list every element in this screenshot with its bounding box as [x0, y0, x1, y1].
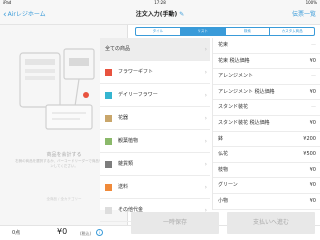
product-price: — — [311, 73, 316, 80]
scan-illustration-icon — [19, 48, 95, 130]
info-icon[interactable]: i — [96, 229, 103, 236]
product-item[interactable]: アレンジメント — — [213, 69, 320, 85]
page-title-text: 注文入力(手動) — [135, 11, 178, 18]
product-item[interactable]: 鉢 ¥200 — [213, 132, 320, 148]
item-count: 0点 — [12, 230, 21, 236]
category-label: 観葉植物 — [118, 138, 139, 144]
category-label: 送料 — [118, 184, 129, 190]
view-mode-tabs: タイル リスト 検索 カスタム商品 — [135, 27, 315, 36]
category-color-swatch — [105, 161, 112, 168]
product-name: スタンド装花 税込価格 — [218, 119, 270, 126]
product-item[interactable]: 花束 — — [213, 38, 320, 54]
product-price: ¥0 — [309, 88, 316, 95]
category-item[interactable]: 花器 › — [100, 107, 210, 130]
category-item[interactable]: フラワーギフト › — [100, 61, 210, 84]
category-label: 花器 — [118, 115, 129, 121]
product-name: 花束 税込価格 — [218, 57, 250, 64]
hint-text: 右側の商品を選択するか、バーコードリーダーで商品をスキャンしてください。 — [15, 159, 113, 168]
product-name: 枝物 — [218, 166, 229, 173]
category-item[interactable]: 送料 › — [100, 176, 210, 199]
product-item[interactable]: スタンド装花 — — [213, 100, 320, 116]
pencil-icon[interactable]: ✎ — [179, 11, 184, 18]
back-label: Airレジホーム — [7, 11, 46, 18]
product-item[interactable]: グリーン ¥0 — [213, 178, 320, 194]
product-name: 鉢 — [218, 135, 224, 142]
proceed-to-payment-button[interactable]: 支払いへ進む — [227, 212, 315, 234]
product-price: ¥500 — [303, 151, 316, 158]
chevron-right-icon: › — [204, 138, 207, 145]
total-amount: ¥0 — [57, 227, 68, 236]
tax-note: (税込) — [80, 231, 92, 236]
category-item[interactable]: デイリーフラワー › — [100, 84, 210, 107]
product-name: アレンジメント 税込価格 — [218, 88, 275, 95]
category-color-swatch — [105, 138, 112, 145]
category-label: 雑貨類 — [118, 161, 134, 167]
product-price: ¥200 — [303, 135, 316, 142]
product-item[interactable]: 枝物 ¥0 — [213, 163, 320, 179]
category-list: 全ての商品 › フラワーギフト › デイリーフラワー › 花器 › 観葉植物 › 雑貨類 › 送料 › その… — [100, 38, 210, 222]
tab-tile[interactable]: タイル — [136, 28, 181, 35]
product-item[interactable]: スタンド装花 税込価格 ¥0 — [213, 116, 320, 132]
product-name: 花束 — [218, 42, 229, 48]
category-color-swatch — [105, 115, 112, 122]
category-color-swatch — [105, 92, 112, 99]
product-item[interactable]: 花束 税込価格 ¥0 — [213, 54, 320, 70]
product-price: ¥0 — [309, 197, 316, 204]
product-list: 花束 — 花束 税込価格 ¥0 アレンジメント — アレンジメント 税込価格 ¥0 スタンド装花… — [212, 38, 320, 210]
product-name: 小物 — [218, 197, 229, 204]
chevron-right-icon: › — [204, 92, 207, 99]
product-price: — — [311, 42, 316, 48]
category-color-swatch — [105, 184, 112, 191]
chevron-right-icon: › — [204, 46, 207, 53]
product-name: アレンジメント — [218, 73, 254, 80]
product-price: ¥0 — [309, 166, 316, 173]
tab-search[interactable]: 検索 — [226, 28, 271, 35]
chevron-right-icon: › — [204, 184, 207, 191]
page-title[interactable]: 注文入力(手動) ✎ — [120, 9, 200, 21]
save-draft-button[interactable]: 一時保存 — [131, 212, 219, 234]
product-price: — — [311, 104, 316, 111]
category-item[interactable]: 観葉植物 › — [100, 130, 210, 153]
product-name: 仏花 — [218, 151, 229, 158]
product-price: ¥0 — [309, 182, 316, 189]
category-item[interactable]: 全ての商品 › — [100, 38, 210, 61]
product-item[interactable]: 小物 ¥0 — [213, 194, 320, 210]
product-price: ¥0 — [309, 119, 316, 126]
tab-list[interactable]: リスト — [180, 28, 226, 35]
chevron-right-icon: › — [204, 161, 207, 168]
chevron-left-icon: ‹ — [3, 10, 7, 20]
chevron-right-icon: › — [204, 69, 207, 76]
category-item[interactable]: 雑貨類 › — [100, 153, 210, 176]
slip-list-button[interactable]: 伝票一覧 — [292, 9, 316, 21]
nav-bar: ‹ Airレジホーム 注文入力(手動) ✎ 伝票一覧 — [0, 5, 320, 25]
category-label: デイリーフラワー — [118, 92, 158, 98]
category-color-swatch — [105, 207, 112, 214]
chevron-right-icon: › — [204, 115, 207, 122]
product-item[interactable]: アレンジメント 税込価格 ¥0 — [213, 85, 320, 101]
tab-custom[interactable]: カスタム商品 — [270, 28, 314, 35]
product-name: グリーン — [218, 182, 238, 189]
category-label: 全ての商品 — [105, 46, 131, 52]
product-price: ¥0 — [309, 57, 316, 64]
back-button[interactable]: ‹ Airレジホーム — [3, 9, 46, 21]
product-name: スタンド装花 — [218, 104, 249, 111]
category-label: フラワーギフト — [118, 69, 154, 75]
category-color-swatch — [105, 69, 112, 76]
product-item[interactable]: 仏花 ¥500 — [213, 147, 320, 163]
